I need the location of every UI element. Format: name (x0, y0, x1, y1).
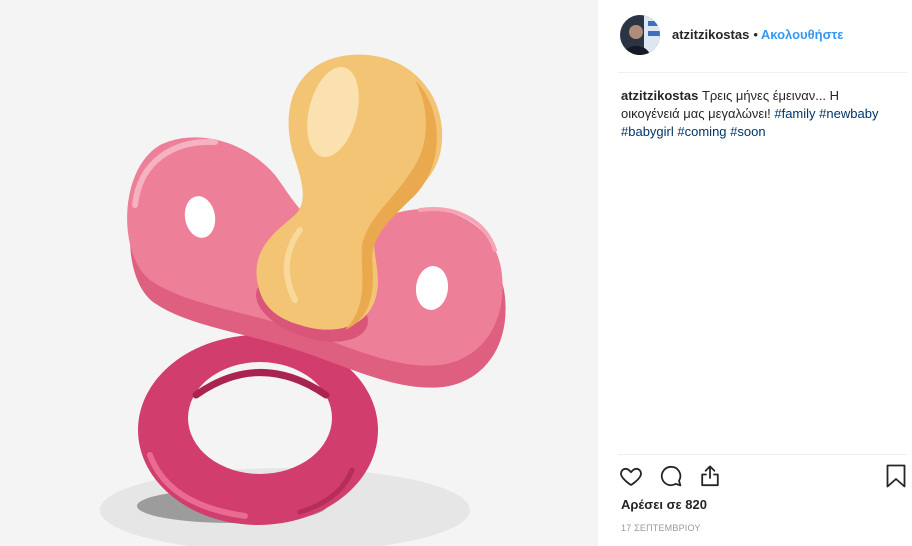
share-button[interactable] (698, 463, 722, 489)
post-sidebar: atzitzikostas • Ακολουθήστε atzitzikostas … (598, 0, 912, 546)
comment-icon (660, 465, 682, 487)
hashtag-link[interactable]: #family (774, 106, 815, 121)
post-image[interactable] (0, 0, 598, 546)
header-divider (618, 72, 907, 73)
follow-button[interactable]: Ακολουθήστε (761, 27, 844, 42)
share-icon (701, 465, 719, 487)
pacifier-illustration (0, 0, 598, 546)
like-button[interactable] (619, 463, 643, 489)
hashtag-link[interactable]: #newbaby (819, 106, 878, 121)
username-link[interactable]: atzitzikostas (672, 27, 749, 42)
hashtag-link[interactable]: #babygirl (621, 124, 674, 139)
hashtag-link[interactable]: #soon (730, 124, 765, 139)
actions-divider (618, 454, 907, 455)
post-caption: atzitzikostas Τρεις μήνες έμειναν... Η ο… (621, 87, 897, 141)
avatar[interactable] (620, 15, 660, 55)
avatar-photo (620, 15, 660, 55)
post-header: atzitzikostas • Ακολουθήστε (672, 26, 843, 44)
hashtag-link[interactable]: #coming (677, 124, 726, 139)
save-button[interactable] (885, 463, 907, 489)
post-date: 17 ΣΕΠΤΕΜΒΡΙΟΥ (621, 523, 701, 533)
separator-dot: • (753, 27, 758, 42)
caption-username[interactable]: atzitzikostas (621, 88, 698, 103)
bookmark-icon (886, 464, 906, 488)
heart-icon (620, 467, 642, 486)
likes-count[interactable]: Αρέσει σε 820 (621, 496, 707, 514)
comment-button[interactable] (659, 463, 683, 489)
